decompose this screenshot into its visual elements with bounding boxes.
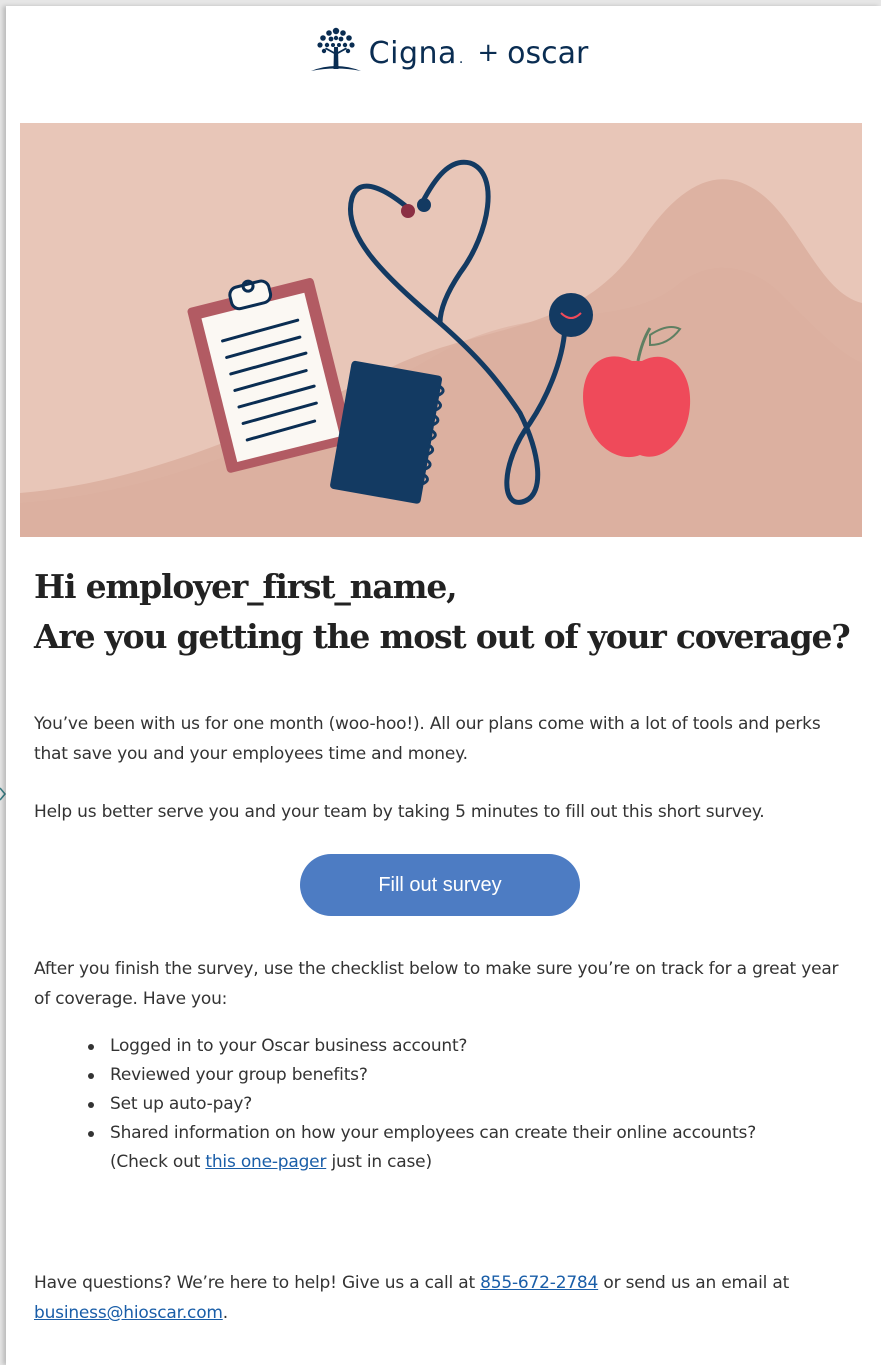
brand-plus: +	[477, 38, 500, 68]
one-pager-link[interactable]: this one-pager	[205, 1152, 326, 1172]
oscar-wordmark: oscar	[507, 35, 589, 71]
contact-text-suffix: .	[222, 1303, 228, 1323]
brand-header: Cigna . + oscar	[6, 6, 881, 116]
one-pager-note-suffix: just in case)	[326, 1152, 432, 1172]
brand-logo: Cigna . + oscar	[307, 25, 589, 81]
checklist-intro: After you finish the survey, use the che…	[34, 959, 839, 1009]
checklist-item-benefits: Reviewed your group benefits?	[88, 1061, 848, 1090]
cigna-wordmark: Cigna	[368, 35, 457, 71]
contact-text-middle: or send us an email at	[598, 1273, 790, 1293]
intro-paragraph-2: Help us better serve you and your team b…	[34, 802, 765, 822]
one-pager-note: (Check out this one-pager just in case)	[110, 1152, 432, 1172]
one-pager-note-prefix: (Check out	[110, 1152, 206, 1172]
cigna-trademark-dot: .	[458, 51, 464, 67]
greeting-line-2: Are you getting the most out of your cov…	[34, 617, 851, 656]
checklist-item-share-text: Shared information on how your employees…	[110, 1123, 757, 1143]
checklist-item-autopay: Set up auto-pay?	[88, 1090, 848, 1119]
email-link[interactable]: business@hioscar.com	[34, 1303, 223, 1323]
phone-link[interactable]: 855-672-2784	[480, 1273, 598, 1293]
contact-paragraph: Have questions? We’re here to help! Give…	[34, 1268, 854, 1328]
checklist-item-share-info: Shared information on how your employees…	[88, 1119, 848, 1177]
email-card: Cigna . + oscar Hi employer_first_name, …	[6, 6, 881, 1365]
checklist: Logged in to your Oscar business account…	[88, 1032, 848, 1177]
contact-text-prefix: Have questions? We’re here to help! Give…	[34, 1273, 481, 1293]
fill-out-survey-button[interactable]: Fill out survey	[300, 854, 580, 916]
greeting-heading: Hi employer_first_name, Are you getting …	[34, 562, 864, 662]
cigna-tree-icon	[310, 27, 361, 71]
hero-illustration	[20, 123, 862, 537]
intro-paragraph-1: You’ve been with us for one month (woo-h…	[34, 714, 821, 764]
fill-out-survey-label: Fill out survey	[378, 873, 502, 896]
checklist-item-login: Logged in to your Oscar business account…	[88, 1032, 848, 1061]
greeting-line-1: Hi employer_first_name,	[34, 567, 458, 606]
